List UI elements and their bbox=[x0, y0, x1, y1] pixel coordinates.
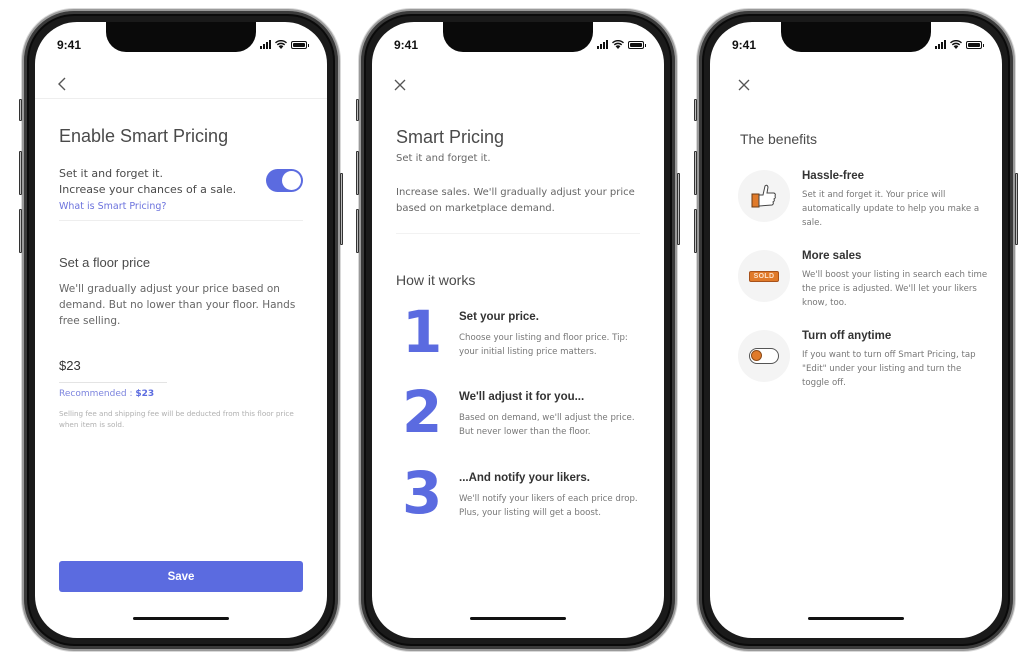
phone-enable-smart-pricing: 9:41 Enable Smart Pricing Set it and for… bbox=[19, 9, 343, 651]
status-time: 9:41 bbox=[57, 38, 82, 52]
how-it-works-heading: How it works bbox=[396, 272, 476, 288]
volume-up-button bbox=[694, 151, 697, 195]
battery-icon bbox=[628, 40, 646, 49]
step-number: 1 bbox=[402, 298, 443, 366]
close-icon[interactable] bbox=[738, 77, 750, 95]
volume-up-button bbox=[356, 151, 359, 195]
screen: 9:41 The benefits Hassle-free Set it and… bbox=[710, 22, 1002, 638]
step-item: 3 ...And notify your likers. We'll notif… bbox=[396, 464, 648, 542]
sold-tag-icon: SOLD bbox=[748, 270, 780, 282]
toggle-text-line2: Increase your chances of a sale. bbox=[59, 183, 237, 196]
signal-icon bbox=[597, 40, 608, 49]
step-title: Set your price. bbox=[459, 311, 539, 323]
phone-smart-pricing-info: 9:41 Smart Pricing Set it and forget it.… bbox=[356, 9, 680, 651]
step-description: Choose your listing and floor price. Tip… bbox=[459, 333, 628, 357]
power-button bbox=[677, 173, 680, 245]
page-description: Increase sales. We'll gradually adjust y… bbox=[396, 187, 635, 214]
recommended-value: $23 bbox=[135, 389, 155, 399]
volume-down-button bbox=[694, 209, 697, 253]
step-title: We'll adjust it for you... bbox=[459, 391, 585, 403]
mute-switch bbox=[694, 99, 697, 121]
floor-price-heading: Set a floor price bbox=[59, 255, 151, 270]
toggle-knob bbox=[282, 171, 301, 190]
step-item: 2 We'll adjust it for you... Based on de… bbox=[396, 383, 648, 461]
signal-icon bbox=[260, 40, 271, 49]
benefit-title: Turn off anytime bbox=[802, 330, 892, 342]
recommended-price: Recommended : $23 bbox=[59, 389, 154, 399]
step-title: ...And notify your likers. bbox=[459, 472, 590, 484]
home-indicator[interactable] bbox=[470, 617, 566, 620]
page-title: The benefits bbox=[740, 131, 818, 147]
volume-down-button bbox=[19, 209, 22, 253]
mute-switch bbox=[19, 99, 22, 121]
benefit-title: More sales bbox=[802, 250, 862, 262]
price-input-underline bbox=[59, 382, 167, 383]
power-button bbox=[340, 173, 343, 245]
save-button[interactable]: Save bbox=[59, 561, 303, 592]
benefit-description: If you want to turn off Smart Pricing, t… bbox=[802, 350, 976, 388]
step-number: 2 bbox=[402, 378, 443, 446]
floor-price-description: We'll gradually adjust your price based … bbox=[59, 283, 296, 327]
wifi-icon bbox=[275, 40, 287, 49]
step-description: We'll notify your likers of each price d… bbox=[459, 494, 638, 518]
home-indicator[interactable] bbox=[133, 617, 229, 620]
back-chevron-icon[interactable] bbox=[57, 77, 67, 95]
wifi-icon bbox=[950, 40, 962, 49]
section-divider bbox=[396, 233, 640, 234]
what-is-smart-pricing-link[interactable]: What is Smart Pricing? bbox=[59, 201, 166, 212]
benefit-title: Hassle-free bbox=[802, 170, 865, 182]
smart-pricing-toggle[interactable] bbox=[266, 169, 303, 192]
status-icons bbox=[597, 40, 646, 49]
close-icon[interactable] bbox=[394, 77, 406, 95]
toggle-text-line1: Set it and forget it. bbox=[59, 167, 163, 180]
page-subtitle: Set it and forget it. bbox=[396, 153, 491, 164]
volume-up-button bbox=[19, 151, 22, 195]
wifi-icon bbox=[612, 40, 624, 49]
battery-icon bbox=[966, 40, 984, 49]
step-item: 1 Set your price. Choose your listing an… bbox=[396, 303, 648, 381]
screen: 9:41 Enable Smart Pricing Set it and for… bbox=[35, 22, 327, 638]
step-number: 3 bbox=[402, 459, 443, 527]
header-divider bbox=[35, 98, 327, 99]
page-title: Enable Smart Pricing bbox=[59, 126, 229, 146]
screen: 9:41 Smart Pricing Set it and forget it.… bbox=[372, 22, 664, 638]
benefit-item: Turn off anytime If you want to turn off… bbox=[738, 330, 988, 400]
volume-down-button bbox=[356, 209, 359, 253]
status-icons bbox=[260, 40, 309, 49]
section-divider bbox=[59, 220, 303, 221]
benefit-description: We'll boost your listing in search each … bbox=[802, 270, 988, 308]
battery-icon bbox=[291, 40, 309, 49]
status-icons bbox=[935, 40, 984, 49]
benefit-icon-circle: SOLD bbox=[738, 250, 790, 302]
toggle-off-icon bbox=[749, 348, 779, 364]
home-indicator[interactable] bbox=[808, 617, 904, 620]
benefit-icon-circle bbox=[738, 170, 790, 222]
recommended-label: Recommended : bbox=[59, 389, 136, 399]
page-title: Smart Pricing bbox=[396, 127, 505, 147]
thumbs-up-icon bbox=[751, 184, 776, 208]
phone-benefits: 9:41 The benefits Hassle-free Set it and… bbox=[694, 9, 1018, 651]
benefit-item: Hassle-free Set it and forget it. Your p… bbox=[738, 170, 988, 240]
fee-note: Selling fee and shipping fee will be ded… bbox=[59, 409, 294, 429]
status-time: 9:41 bbox=[732, 38, 757, 52]
benefit-description: Set it and forget it. Your price will au… bbox=[802, 190, 980, 228]
benefit-item: SOLD More sales We'll boost your listing… bbox=[738, 250, 988, 320]
notch bbox=[443, 22, 593, 52]
notch bbox=[106, 22, 256, 52]
step-description: Based on demand, we'll adjust the price.… bbox=[459, 413, 635, 437]
benefit-icon-circle bbox=[738, 330, 790, 382]
floor-price-input[interactable]: $23 bbox=[59, 358, 81, 373]
signal-icon bbox=[935, 40, 946, 49]
power-button bbox=[1015, 173, 1018, 245]
toggle-description: Set it and forget it. Increase your chan… bbox=[59, 166, 249, 198]
notch bbox=[781, 22, 931, 52]
mute-switch bbox=[356, 99, 359, 121]
status-time: 9:41 bbox=[394, 38, 419, 52]
